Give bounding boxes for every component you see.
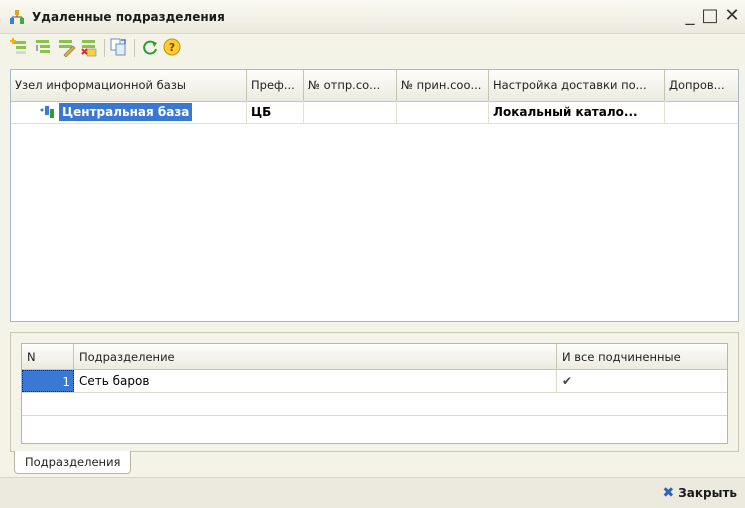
nodes-table-header: Узел информационной базы Преф... № отпр.… (11, 70, 738, 102)
close-icon: ✖ (662, 485, 675, 501)
column-header-prefix[interactable]: Преф... (247, 70, 304, 101)
tab-subdivisions[interactable]: Подразделения (14, 451, 132, 474)
base-node-icon (40, 106, 54, 118)
prefix-cell[interactable]: ЦБ (247, 101, 304, 123)
delete-node-icon[interactable] (79, 37, 99, 57)
column-header-node[interactable]: Узел информационной базы (11, 70, 247, 101)
refresh-icon[interactable] (140, 37, 160, 57)
row-number-cell[interactable]: 1 (22, 370, 74, 392)
table-row[interactable]: Центральная база ЦБ Локальный катало... (11, 101, 738, 124)
close-window-button[interactable]: ✕ (722, 5, 742, 27)
column-header-all-subordinate[interactable]: И все подчиненные (557, 344, 727, 370)
help-label: ? (169, 41, 175, 54)
column-header-received[interactable]: № прин.соо... (397, 70, 489, 101)
title-bar: Удаленные подразделения _ □ ✕ (0, 0, 745, 34)
subdivision-cell[interactable]: Сеть баров (74, 370, 557, 392)
column-header-extra[interactable]: Допров... (665, 70, 738, 101)
add-child-node-icon[interactable] (33, 37, 53, 57)
subdivisions-table[interactable]: N Подразделение И все подчиненные 1 Сеть… (21, 343, 728, 444)
received-cell[interactable] (397, 101, 489, 123)
close-label: Закрыть (678, 486, 737, 500)
edit-node-icon[interactable] (56, 37, 76, 57)
footer-bar: ✖ Закрыть (0, 477, 745, 508)
toolbar-separator (134, 39, 135, 57)
nodes-table[interactable]: Узел информационной базы Преф... № отпр.… (10, 69, 739, 322)
add-node-icon[interactable] (10, 37, 30, 57)
window-title: Удаленные подразделения (32, 10, 225, 24)
column-header-delivery[interactable]: Настройка доставки по... (489, 70, 665, 101)
column-header-sent[interactable]: № отпр.со... (304, 70, 397, 101)
minimize-button[interactable]: _ (680, 5, 700, 27)
empty-row[interactable] (22, 393, 727, 416)
window: Удаленные подразделения _ □ ✕ ? Узел инф… (0, 0, 745, 508)
column-header-subdivision[interactable]: Подразделение (74, 344, 557, 370)
copy-icon[interactable] (109, 37, 129, 57)
help-icon[interactable]: ? (162, 37, 182, 57)
org-structure-icon (10, 10, 24, 24)
subdivisions-panel: N Подразделение И все подчиненные 1 Сеть… (10, 332, 739, 452)
node-name: Центральная база (59, 103, 193, 121)
close-button[interactable]: ✖ Закрыть (663, 484, 738, 502)
extra-cell[interactable] (665, 101, 738, 123)
all-subordinate-checkmark[interactable]: ✔ (557, 370, 727, 392)
table-row[interactable]: 1 Сеть баров ✔ (22, 370, 727, 393)
toolbar-separator (104, 39, 105, 57)
column-header-n[interactable]: N (22, 344, 74, 370)
node-cell[interactable]: Центральная база (11, 101, 247, 123)
maximize-button[interactable]: □ (700, 5, 720, 27)
sent-cell[interactable] (304, 101, 397, 123)
delivery-cell[interactable]: Локальный катало... (489, 101, 665, 123)
